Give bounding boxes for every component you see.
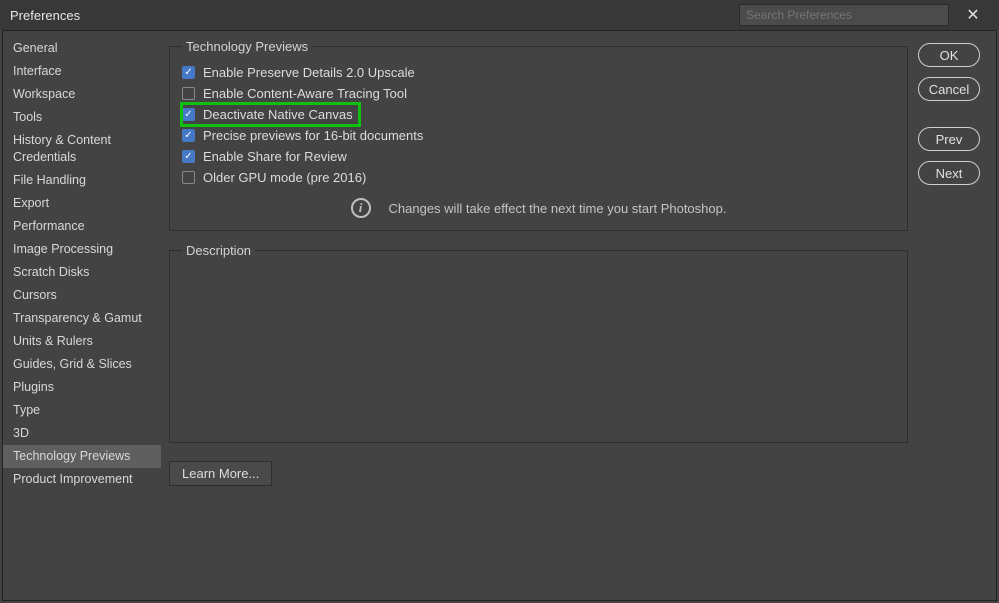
next-button[interactable]: Next xyxy=(918,161,980,185)
option-row: ✓ Deactivate Native Canvas xyxy=(182,104,359,125)
sidebar-item[interactable]: Interface xyxy=(3,60,161,83)
sidebar-item[interactable]: Tools xyxy=(3,106,161,129)
checkbox[interactable]: ✓ xyxy=(182,66,195,79)
checkbox[interactable]: ✓ xyxy=(182,87,195,100)
description-group: Description xyxy=(169,243,908,443)
option-label: Enable Share for Review xyxy=(203,149,347,164)
group-title: Technology Previews xyxy=(182,39,312,54)
sidebar-item[interactable]: Workspace xyxy=(3,83,161,106)
content-area: GeneralInterfaceWorkspaceToolsHistory & … xyxy=(2,30,997,601)
prev-button[interactable]: Prev xyxy=(918,127,980,151)
sidebar-item[interactable]: Type xyxy=(3,399,161,422)
option-row: ✓ Enable Content-Aware Tracing Tool xyxy=(182,83,895,104)
dialog-buttons: OK Cancel Prev Next xyxy=(918,31,996,600)
option-row: ✓ Enable Share for Review xyxy=(182,146,895,167)
info-row: i Changes will take effect the next time… xyxy=(182,198,895,218)
option-row: ✓ Precise previews for 16-bit documents xyxy=(182,125,895,146)
info-text: Changes will take effect the next time y… xyxy=(389,201,727,216)
checkbox[interactable]: ✓ xyxy=(182,150,195,163)
description-title: Description xyxy=(182,243,255,258)
sidebar-item[interactable]: Plugins xyxy=(3,376,161,399)
option-label: Deactivate Native Canvas xyxy=(203,107,353,122)
info-icon: i xyxy=(351,198,371,218)
checkbox[interactable]: ✓ xyxy=(182,108,195,121)
main-panel: Technology Previews ✓ Enable Preserve Det… xyxy=(161,31,918,600)
sidebar-item[interactable]: Scratch Disks xyxy=(3,261,161,284)
option-row: ✓ Older GPU mode (pre 2016) xyxy=(182,167,895,188)
technology-previews-group: Technology Previews ✓ Enable Preserve Det… xyxy=(169,39,908,231)
sidebar-item[interactable]: Export xyxy=(3,192,161,215)
sidebar-item[interactable]: Technology Previews xyxy=(3,445,161,468)
option-label: Older GPU mode (pre 2016) xyxy=(203,170,366,185)
sidebar-item[interactable]: General xyxy=(3,37,161,60)
option-label: Enable Content-Aware Tracing Tool xyxy=(203,86,407,101)
titlebar: Preferences ✕ xyxy=(0,0,999,30)
sidebar-item[interactable]: Performance xyxy=(3,215,161,238)
sidebar-item[interactable]: Product Improvement xyxy=(3,468,161,491)
checkbox[interactable]: ✓ xyxy=(182,171,195,184)
sidebar-item[interactable]: Units & Rulers xyxy=(3,330,161,353)
sidebar-item[interactable]: History & Content Credentials xyxy=(3,129,161,169)
close-icon[interactable]: ✕ xyxy=(957,5,989,25)
checkbox[interactable]: ✓ xyxy=(182,129,195,142)
option-label: Enable Preserve Details 2.0 Upscale xyxy=(203,65,415,80)
sidebar-item[interactable]: 3D xyxy=(3,422,161,445)
cancel-button[interactable]: Cancel xyxy=(918,77,980,101)
window-title: Preferences xyxy=(10,8,80,23)
learn-more-button[interactable]: Learn More... xyxy=(169,461,272,486)
sidebar-item[interactable]: Guides, Grid & Slices xyxy=(3,353,161,376)
sidebar-item[interactable]: File Handling xyxy=(3,169,161,192)
ok-button[interactable]: OK xyxy=(918,43,980,67)
sidebar-item[interactable]: Image Processing xyxy=(3,238,161,261)
sidebar-item[interactable]: Transparency & Gamut xyxy=(3,307,161,330)
option-row: ✓ Enable Preserve Details 2.0 Upscale xyxy=(182,62,895,83)
sidebar: GeneralInterfaceWorkspaceToolsHistory & … xyxy=(3,31,161,600)
search-input[interactable] xyxy=(739,4,949,26)
sidebar-item[interactable]: Cursors xyxy=(3,284,161,307)
option-label: Precise previews for 16-bit documents xyxy=(203,128,423,143)
